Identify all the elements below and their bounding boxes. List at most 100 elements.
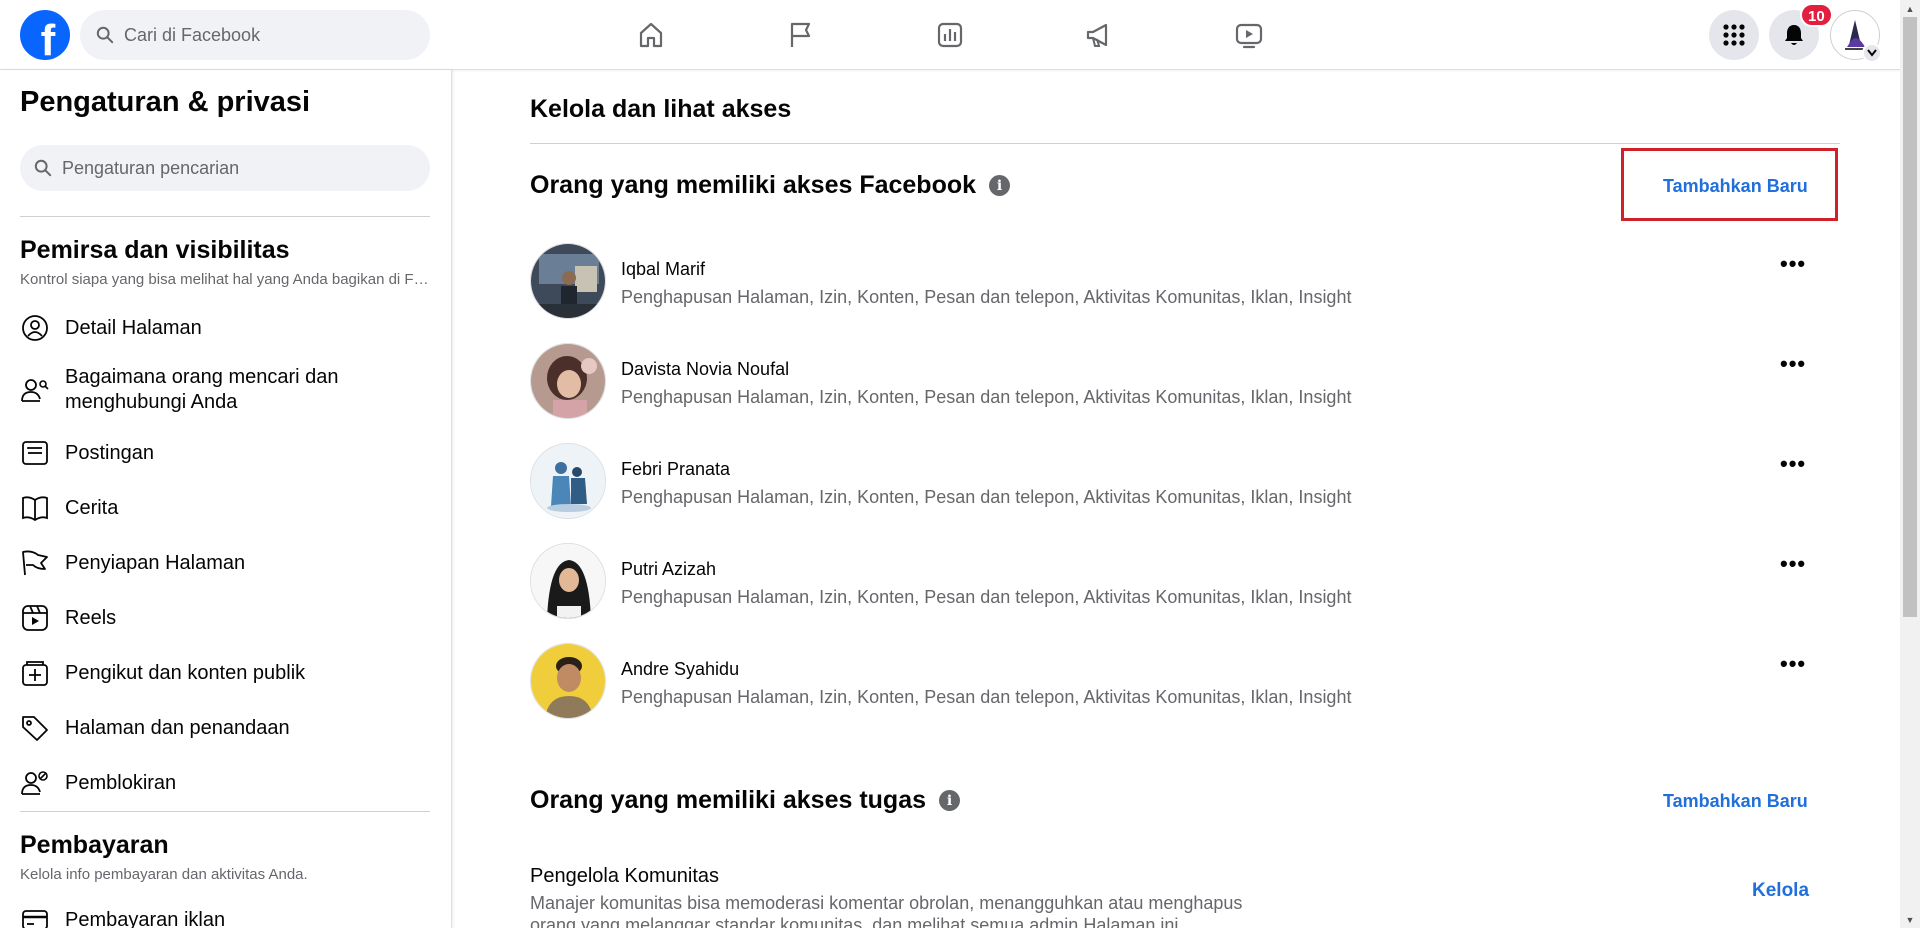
role-name: Pengelola Komunitas (530, 865, 720, 887)
more-options-button[interactable]: ••• (1780, 351, 1806, 377)
sidebar-item-label: Bagaimana orang mencari dan menghubungi … (65, 366, 339, 413)
person-name: Iqbal Marif (621, 259, 706, 279)
person-name: Davista Novia Noufal (621, 359, 790, 379)
sidebar-item-tagging[interactable]: Halaman dan penandaan (20, 713, 440, 743)
avatar[interactable] (530, 643, 606, 719)
person-name: Putri Azizah (621, 559, 717, 579)
settings-sidebar: Pengaturan & privasi Pemirsa dan visibil… (0, 70, 452, 928)
menu-button[interactable] (1709, 10, 1759, 60)
person-permissions: Penghapusan Halaman, Izin, Konten, Pesan… (621, 287, 1352, 307)
facebook-logo[interactable]: f (20, 10, 70, 60)
sidebar-item-reels[interactable]: Reels (20, 603, 440, 633)
person-permissions: Penghapusan Halaman, Izin, Konten, Pesan… (621, 587, 1352, 607)
task-access-title: Orang yang memiliki akses tugas (530, 786, 926, 814)
sidebar-item-how-people-find[interactable]: Bagaimana orang mencari dan menghubungi … (20, 365, 440, 415)
person-search-icon (21, 379, 49, 402)
facebook-access-title: Orang yang memiliki akses Facebook (530, 171, 977, 199)
section-subtitle-audience: Kontrol siapa yang bisa melihat hal yang… (20, 271, 430, 288)
avatar-photo-icon (531, 644, 605, 718)
sidebar-item-stories[interactable]: Cerita (20, 493, 440, 523)
sidebar-item-page-setup[interactable]: Penyiapan Halaman (20, 548, 440, 578)
more-options-button[interactable]: ••• (1780, 651, 1806, 677)
sidebar-item-label: Cerita (65, 496, 119, 519)
search-icon (34, 159, 52, 177)
sidebar-item-blocking[interactable]: Pemblokiran (20, 768, 440, 798)
block-user-icon (21, 771, 48, 795)
person-row: Iqbal Marif Penghapusan Halaman, Izin, K… (530, 243, 1810, 319)
person-permissions: Penghapusan Halaman, Izin, Konten, Pesan… (621, 387, 1352, 407)
sidebar-divider (20, 216, 430, 217)
post-icon (22, 441, 48, 465)
scroll-up-arrow[interactable]: ▲ (1900, 0, 1920, 17)
settings-search[interactable] (20, 145, 430, 191)
tag-icon (22, 716, 48, 741)
sidebar-item-label: Penyiapan Halaman (65, 551, 246, 574)
top-navigation-bar: f 10 (0, 0, 1900, 70)
sidebar-item-label: Detail Halaman (65, 316, 202, 339)
avatar-photo-icon (531, 344, 605, 418)
reels-icon (22, 605, 48, 631)
sidebar-item-label: Pemblokiran (65, 771, 177, 794)
sidebar-item-label: Pembayaran iklan (65, 908, 226, 928)
avatar[interactable] (530, 343, 606, 419)
sidebar-item-ad-payments[interactable]: Pembayaran iklan (20, 905, 440, 928)
section-title-audience: Pemirsa dan visibilitas (20, 236, 290, 264)
bell-icon (1785, 25, 1803, 45)
account-menu-caret[interactable] (1862, 43, 1882, 63)
sidebar-item-followers[interactable]: Pengikut dan konten publik (20, 658, 440, 688)
nav-insights[interactable] (928, 14, 972, 56)
search-icon (96, 26, 114, 44)
role-description: Manajer komunitas bisa memoderasi koment… (530, 893, 1243, 928)
global-search[interactable] (80, 10, 430, 60)
insights-icon (937, 22, 963, 48)
page-title: Kelola dan lihat akses (530, 95, 792, 123)
nav-video[interactable] (1227, 14, 1271, 56)
sidebar-item-posts[interactable]: Postingan (20, 438, 440, 468)
person-permissions: Penghapusan Halaman, Izin, Konten, Pesan… (621, 487, 1352, 507)
avatar-photo-icon (531, 544, 605, 618)
person-row: Andre Syahidu Penghapusan Halaman, Izin,… (530, 643, 1810, 719)
sidebar-divider (20, 811, 430, 812)
sidebar-item-label: Postingan (65, 441, 154, 464)
add-new-task-access-link[interactable]: Tambahkan Baru (1663, 791, 1808, 812)
more-options-button[interactable]: ••• (1780, 251, 1806, 277)
settings-search-input[interactable] (62, 157, 402, 179)
manage-role-link[interactable]: Kelola (1752, 880, 1809, 902)
sidebar-item-label: Halaman dan penandaan (65, 716, 290, 739)
highlight-box (1621, 148, 1838, 221)
avatar[interactable] (530, 443, 606, 519)
video-icon (1235, 23, 1263, 49)
flag-icon (22, 550, 48, 576)
avatar[interactable] (530, 543, 606, 619)
person-row: Febri Pranata Penghapusan Halaman, Izin,… (530, 443, 1810, 519)
person-name: Febri Pranata (621, 459, 731, 479)
avatar-photo-icon (531, 444, 605, 518)
nav-ads[interactable] (1077, 14, 1121, 56)
scroll-down-arrow[interactable]: ▼ (1900, 911, 1920, 928)
sidebar-item-page-details[interactable]: Detail Halaman (20, 313, 440, 343)
info-icon[interactable]: i (939, 790, 960, 811)
nav-pages[interactable] (778, 14, 822, 56)
more-options-button[interactable]: ••• (1780, 451, 1806, 477)
person-row: Putri Azizah Penghapusan Halaman, Izin, … (530, 543, 1810, 619)
notification-badge: 10 (1800, 3, 1833, 27)
global-search-input[interactable] (124, 24, 404, 46)
avatar[interactable] (530, 243, 606, 319)
sidebar-title: Pengaturan & privasi (20, 86, 311, 118)
sidebar-item-label: Pengikut dan konten publik (65, 661, 306, 684)
person-name: Andre Syahidu (621, 659, 740, 679)
info-icon[interactable]: i (989, 175, 1011, 196)
person-row: Davista Novia Noufal Penghapusan Halaman… (530, 343, 1810, 419)
more-options-button[interactable]: ••• (1780, 551, 1806, 577)
person-permissions: Penghapusan Halaman, Izin, Konten, Pesan… (621, 687, 1352, 707)
book-icon (22, 496, 48, 522)
nav-home[interactable] (629, 14, 673, 56)
facebook-access-heading: Orang yang memiliki akses Facebook i (530, 171, 1011, 200)
avatar-photo-icon (531, 244, 605, 318)
flag-icon (790, 22, 811, 47)
credit-card-icon (22, 910, 48, 928)
megaphone-icon (1086, 23, 1108, 47)
home-icon (639, 22, 663, 48)
grid-menu-icon (1723, 24, 1745, 46)
scrollbar-thumb[interactable] (1903, 17, 1917, 617)
